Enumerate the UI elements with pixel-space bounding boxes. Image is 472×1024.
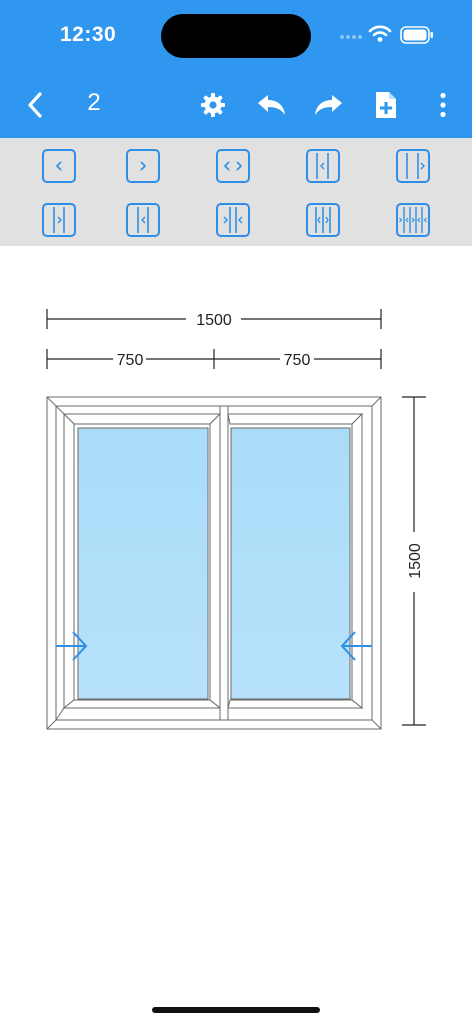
right-glass-pane	[230, 427, 351, 700]
slide-left-button[interactable]	[42, 149, 76, 183]
add-document-icon	[376, 92, 396, 118]
slide-both-button[interactable]	[216, 149, 250, 183]
height-label: 1500	[407, 543, 424, 579]
redo-icon	[315, 95, 342, 115]
chevron-left-icon	[28, 92, 42, 118]
redo-button[interactable]	[312, 72, 346, 138]
overall-width-label: 1500	[196, 312, 232, 329]
two-sash-inward-left-button[interactable]	[126, 203, 160, 237]
left-glass-pane	[77, 427, 209, 700]
settings-button[interactable]	[196, 72, 230, 138]
back-button[interactable]	[20, 72, 50, 138]
undo-icon	[258, 95, 285, 115]
two-sash-inward-right-button[interactable]	[42, 203, 76, 237]
sash-width-dimension	[46, 349, 382, 369]
toolbar: 2	[0, 72, 472, 138]
add-page-button[interactable]	[370, 72, 402, 138]
drawing-canvas[interactable]: 1500 750 750 1500	[0, 246, 472, 986]
cellular-signal-icon	[340, 35, 362, 39]
undo-button[interactable]	[254, 72, 288, 138]
sash-right-icon	[406, 153, 425, 179]
chevron-right-icon	[140, 161, 147, 171]
window-type-palette	[0, 138, 472, 246]
sash-right-icon	[53, 207, 65, 233]
sash-width-label-left: 750	[117, 352, 144, 369]
status-bar: 12:30	[0, 0, 472, 72]
dynamic-island	[161, 14, 311, 58]
home-indicator	[152, 1007, 320, 1013]
sash-outward-icon	[223, 207, 243, 233]
sash-multi-icon	[399, 207, 427, 233]
wifi-icon	[368, 25, 392, 42]
fixed-slide-fixed-button[interactable]	[306, 149, 340, 183]
left-sash[interactable]	[55, 405, 231, 721]
four-sash-meeting-button[interactable]	[396, 203, 430, 237]
app-header: 12:30 2	[0, 0, 472, 138]
battery-icon	[400, 26, 433, 44]
two-sash-outward-button[interactable]	[216, 203, 250, 237]
slide-both-icon	[223, 161, 243, 171]
slide-right-button[interactable]	[126, 149, 160, 183]
window-drawing: 1500 750 750 1500	[46, 309, 426, 730]
more-vertical-icon	[440, 92, 446, 118]
right-sash[interactable]	[219, 405, 373, 721]
status-time: 12:30	[60, 23, 117, 46]
fixed-slide-right-button[interactable]	[396, 149, 430, 183]
sash-width-label-right: 750	[284, 352, 311, 369]
page-number: 2	[87, 89, 101, 116]
more-options-button[interactable]	[430, 72, 456, 138]
chevron-left-icon	[55, 161, 62, 171]
gear-icon	[201, 93, 225, 117]
sash-left-icon	[316, 153, 329, 179]
sash-meeting-icon	[315, 207, 331, 233]
sash-left-icon	[137, 207, 149, 233]
three-sash-meeting-button[interactable]	[306, 203, 340, 237]
